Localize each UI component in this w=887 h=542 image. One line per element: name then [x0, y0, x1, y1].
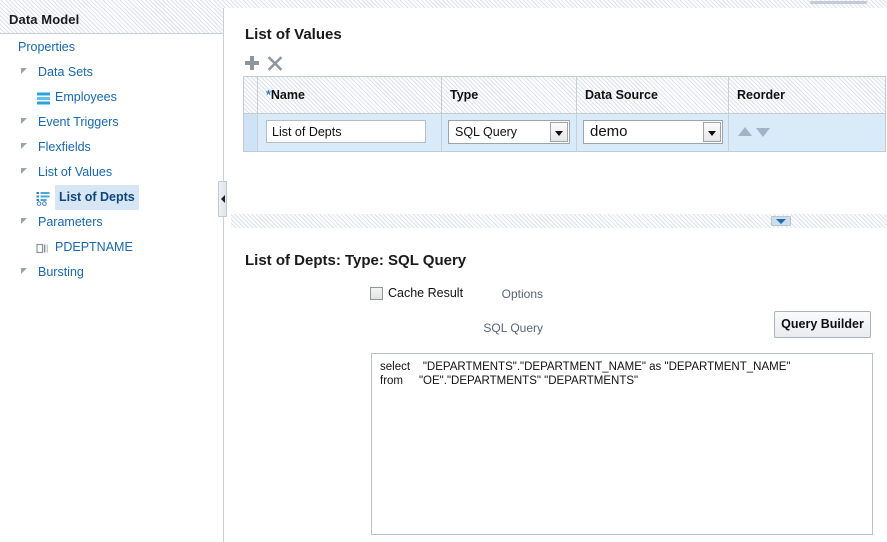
query-builder-button[interactable]: Query Builder — [774, 311, 871, 338]
collapse-panel-button[interactable] — [771, 216, 791, 226]
horizontal-splitter[interactable] — [231, 214, 887, 228]
tree-item-label: Parameters — [38, 210, 103, 235]
cache-result-checkbox[interactable] — [370, 287, 383, 300]
dataset-icon — [36, 90, 51, 105]
sql-query-textarea[interactable] — [371, 353, 873, 535]
chevron-down-icon[interactable] — [550, 122, 568, 142]
tree-item-parameters[interactable]: Parameters — [0, 210, 223, 235]
tree-item-bursting[interactable]: Bursting — [0, 260, 223, 285]
data-model-panel-header: Data Model — [0, 8, 223, 34]
row-name-cell — [258, 114, 442, 151]
column-header-data-source[interactable]: Data Source — [577, 77, 729, 113]
expander-icon[interactable] — [21, 218, 27, 224]
tree-item-label: Event Triggers — [38, 110, 119, 135]
data-model-editor: Data Model PropertiesData SetsEmployeesE… — [0, 0, 887, 542]
list-of-values-table: *Name Type Data Source Reorder SQL Query — [243, 76, 886, 152]
sql-query-label: SQL Query — [461, 321, 543, 335]
table-row[interactable]: SQL Query demo — [244, 114, 885, 151]
tree-item-list-of-values[interactable]: List of Values — [0, 160, 223, 185]
row-data-source-cell: demo — [577, 114, 729, 151]
tree-item-label: List of Depts — [55, 185, 139, 210]
tree-item-flexfields[interactable]: Flexfields — [0, 135, 223, 160]
tree-item-label: Data Sets — [38, 60, 93, 85]
expander-icon[interactable] — [21, 68, 27, 74]
expander-icon[interactable] — [21, 268, 27, 274]
chevron-down-icon[interactable] — [703, 122, 721, 142]
tree-item-label: Properties — [18, 35, 75, 60]
lov-data-source-value: demo — [590, 121, 628, 143]
list-of-values-heading: List of Values — [245, 26, 342, 43]
row-select-cell[interactable] — [244, 114, 258, 151]
row-type-cell: SQL Query — [442, 114, 577, 151]
delete-icon[interactable] — [266, 54, 284, 72]
tree-item-label: List of Values — [38, 160, 112, 185]
tree-item-employees[interactable]: Employees — [0, 85, 223, 110]
lov-type-select[interactable]: SQL Query — [448, 120, 570, 144]
detail-heading: List of Depts: Type: SQL Query — [245, 252, 466, 269]
top-strip — [0, 0, 887, 8]
lov-data-source-select[interactable]: demo — [583, 120, 723, 144]
column-header-name[interactable]: *Name — [258, 77, 442, 113]
data-model-title: Data Model — [9, 12, 79, 27]
data-model-panel: Data Model PropertiesData SetsEmployeesE… — [0, 8, 224, 542]
data-model-tree[interactable]: PropertiesData SetsEmployeesEvent Trigge… — [0, 35, 223, 540]
tree-item-label: Bursting — [38, 260, 84, 285]
expander-icon[interactable] — [21, 118, 27, 124]
tree-item-pdeptname[interactable]: PDEPTNAME — [0, 235, 223, 260]
expander-icon[interactable] — [21, 143, 27, 149]
add-icon[interactable] — [243, 54, 261, 72]
options-label: Options — [481, 287, 543, 301]
tree-item-label: PDEPTNAME — [55, 235, 133, 260]
row-reorder-cell — [729, 114, 885, 151]
lov-name-input[interactable] — [266, 120, 426, 143]
vertical-splitter-handle[interactable] — [218, 181, 227, 217]
lov-type-value: SQL Query — [455, 121, 517, 143]
parameter-icon — [36, 240, 51, 255]
tree-item-data-sets[interactable]: Data Sets — [0, 60, 223, 85]
column-header-reorder[interactable]: Reorder — [729, 77, 885, 113]
list-of-values-icon — [36, 190, 51, 205]
expander-icon[interactable] — [21, 168, 27, 174]
top-strip-tab — [810, 1, 867, 4]
tree-item-list-of-depts[interactable]: List of Depts — [0, 185, 223, 210]
column-header-select — [244, 77, 258, 113]
column-header-name-label: Name — [271, 88, 305, 102]
column-header-type[interactable]: Type — [442, 77, 577, 113]
lov-content-area: List of Values *Name Typ — [231, 8, 887, 542]
reorder-controls[interactable] — [737, 126, 771, 138]
table-header-row: *Name Type Data Source Reorder — [244, 77, 885, 114]
cache-result-label: Cache Result — [388, 286, 463, 300]
tree-item-label: Employees — [55, 85, 117, 110]
tree-item-label: Flexfields — [38, 135, 91, 160]
tree-item-properties[interactable]: Properties — [0, 35, 223, 60]
tree-item-event-triggers[interactable]: Event Triggers — [0, 110, 223, 135]
